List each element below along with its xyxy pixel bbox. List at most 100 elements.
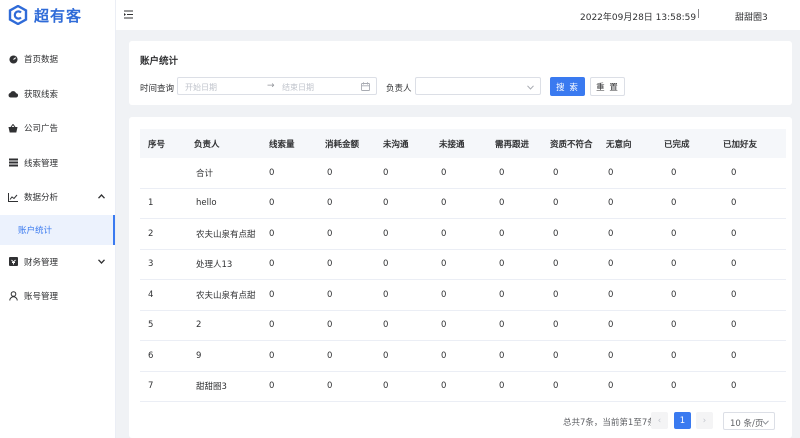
table-cell: 0 [731, 198, 737, 209]
table-cell: 0 [441, 228, 447, 239]
table-cell: 0 [441, 320, 447, 331]
table-cell: 0 [327, 228, 333, 239]
date-range-picker[interactable]: 开始日期 → 结束日期 [177, 77, 377, 95]
table-cell: 0 [327, 381, 333, 392]
logo-icon [8, 5, 28, 25]
table-cell: 0 [327, 167, 333, 178]
cloud-icon [8, 89, 18, 99]
page-number-button[interactable]: 1 [674, 412, 691, 429]
page-title: 账户统计 [140, 56, 179, 67]
table-cell: 0 [608, 381, 614, 392]
table-row: 1 hello 0 0 0 0 0 0 0 0 0 [140, 189, 786, 219]
column-header: 序号 [148, 139, 166, 150]
table-cell: 0 [671, 289, 677, 300]
table-row: 6 9 0 0 0 0 0 0 0 0 0 [140, 341, 786, 372]
owner-label: 负责人 [386, 84, 412, 94]
column-header: 资质不符合 [550, 139, 593, 150]
table-cell: 0 [499, 259, 505, 270]
table-cell: 0 [441, 381, 447, 392]
table-cell: 0 [269, 350, 275, 361]
table-cell: 0 [731, 228, 737, 239]
header-separator: | [697, 9, 701, 19]
table-cell: 0 [383, 198, 389, 209]
menu-toggle-icon[interactable] [124, 10, 134, 20]
prev-page-button[interactable]: ‹ [651, 412, 668, 429]
table-cell: 0 [441, 259, 447, 270]
sidebar-item-ads[interactable]: 公司广告 [0, 111, 115, 146]
table-cell: 0 [731, 167, 737, 178]
logo-text: 超有客 [34, 6, 83, 25]
sidebar-item-finance[interactable]: 财务管理 [0, 245, 115, 280]
table-cell: 0 [499, 350, 505, 361]
table-cell: 0 [499, 167, 505, 178]
page-size-value: 10 条/页 [730, 419, 764, 429]
table-cell: 0 [608, 167, 614, 178]
sidebar-subitem-account-stats[interactable]: 账户统计 [0, 214, 115, 245]
table-cell: 0 [499, 320, 505, 331]
table-cell: 0 [553, 350, 559, 361]
start-date-input[interactable]: 开始日期 [185, 82, 217, 93]
sidebar-item-account[interactable]: 账号管理 [0, 279, 115, 314]
column-header: 线索量 [269, 139, 295, 150]
table-row: 4 农夫山泉有点甜 0 0 0 0 0 0 0 0 0 [140, 280, 786, 311]
reset-button[interactable]: 重 置 [590, 77, 625, 96]
owner-select[interactable] [415, 77, 541, 95]
logo[interactable]: 超有客 [0, 0, 115, 30]
search-button[interactable]: 搜 索 [550, 77, 585, 96]
table-cell: 0 [608, 320, 614, 331]
table-cell: 0 [383, 167, 389, 178]
time-query-label: 时间查询 [140, 84, 175, 94]
column-header: 无意向 [606, 139, 632, 150]
sidebar-item-dashboard[interactable]: 首页数据 [0, 42, 115, 77]
table-cell: 0 [608, 228, 614, 239]
table-cell: 7 [148, 381, 154, 392]
table-cell: 甜甜圈3 [196, 382, 227, 393]
sidebar: 超有客 首页数据 获取线索 公司广告 线索管理 数据分析 账户统计 财务管理 账… [0, 0, 116, 438]
table-cell: 0 [383, 228, 389, 239]
table-cell: 0 [327, 198, 333, 209]
table-header: 序号 负责人 线索量 消耗金额 未沟通 未接通 需再跟进 资质不符合 无意向 已完成 已加好友 [140, 129, 786, 158]
table-cell: 0 [731, 350, 737, 361]
table-cell: 1 [148, 198, 154, 209]
table-cell: 0 [383, 350, 389, 361]
table-cell: 0 [441, 167, 447, 178]
sidebar-item-label: 财务管理 [24, 257, 59, 268]
table-cell: 0 [499, 381, 505, 392]
calendar-icon [361, 82, 370, 91]
sidebar-subitem-label: 账户统计 [18, 225, 53, 236]
sidebar-item-label: 数据分析 [24, 193, 59, 204]
stats-table: 序号 负责人 线索量 消耗金额 未沟通 未接通 需再跟进 资质不符合 无意向 已完成 已加好友 合计… [140, 129, 786, 402]
column-header: 已完成 [664, 139, 690, 150]
page-size-select[interactable]: 10 条/页 [723, 412, 775, 430]
table-cell: 0 [671, 228, 677, 239]
table-cell: 0 [269, 259, 275, 270]
table-cell: 0 [499, 198, 505, 209]
sidebar-item-lead-mgmt[interactable]: 线索管理 [0, 146, 115, 181]
table-body: 合计 0 0 0 0 0 0 0 0 0 1 hello 0 0 0 0 0 0 0 0 0 2 农夫山泉有点甜 0 0 0 0 0 0… [140, 158, 786, 402]
chevron-down-icon [762, 418, 769, 428]
table-cell: hello [196, 198, 217, 209]
table-cell: 0 [731, 381, 737, 392]
table-cell: 0 [553, 289, 559, 300]
sidebar-item-leads[interactable]: 获取线索 [0, 77, 115, 112]
column-header: 消耗金额 [325, 139, 360, 150]
table-cell: 0 [383, 320, 389, 331]
next-page-button[interactable]: › [696, 412, 713, 429]
end-date-input[interactable]: 结束日期 [282, 82, 314, 93]
column-header: 未沟通 [383, 139, 409, 150]
table-cell: 6 [148, 350, 154, 361]
table-cell: 9 [196, 350, 202, 361]
table-cell: 0 [383, 289, 389, 300]
table-cell: 0 [553, 198, 559, 209]
pagination-summary: 总共7条，当前第1至7条 [563, 418, 656, 428]
sidebar-item-analytics[interactable]: 数据分析 [0, 180, 115, 215]
column-header: 需再跟进 [495, 139, 530, 150]
table-cell: 0 [269, 289, 275, 300]
table-total-row: 合计 0 0 0 0 0 0 0 0 0 [140, 158, 786, 189]
table-cell: 0 [671, 350, 677, 361]
current-user[interactable]: 甜甜圈3 [735, 10, 768, 23]
table-cell: 0 [608, 198, 614, 209]
table-cell: 0 [553, 167, 559, 178]
table-cell: 0 [441, 198, 447, 209]
sidebar-item-label: 账号管理 [24, 292, 59, 303]
